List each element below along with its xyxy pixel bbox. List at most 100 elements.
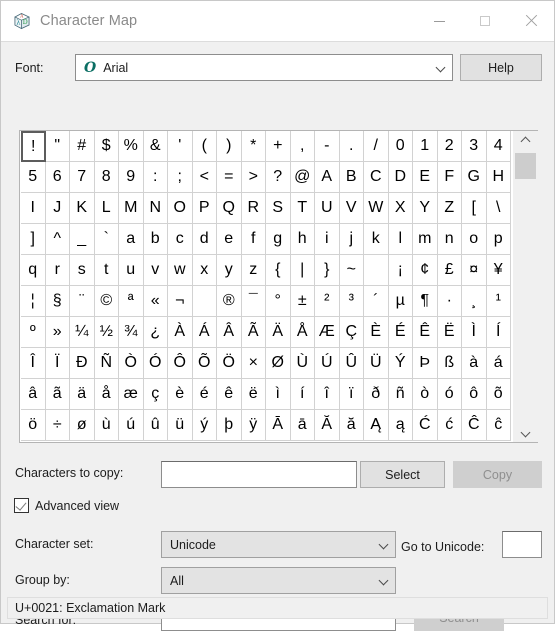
character-cell[interactable]: Á <box>192 317 217 348</box>
character-cell[interactable]: ô <box>462 379 487 410</box>
character-cell[interactable]: { <box>266 255 291 286</box>
character-cell[interactable]: R <box>241 193 266 224</box>
maximize-button[interactable] <box>462 1 508 41</box>
character-cell[interactable]: [ <box>462 193 487 224</box>
character-cell[interactable]: à <box>462 348 487 379</box>
character-cell[interactable]: Ô <box>168 348 193 379</box>
character-cell[interactable]: æ <box>119 379 144 410</box>
character-cell[interactable]: J <box>45 193 70 224</box>
character-cell[interactable]: Y <box>413 193 438 224</box>
character-cell[interactable]: Ë <box>437 317 462 348</box>
character-cell[interactable]: é <box>192 379 217 410</box>
character-cell[interactable]: ç <box>143 379 168 410</box>
character-cell[interactable]: Î <box>21 348 46 379</box>
character-cell[interactable]: c <box>168 224 193 255</box>
character-cell[interactable]: 5 <box>21 162 46 193</box>
character-cell[interactable]: « <box>143 286 168 317</box>
character-cell[interactable]: è <box>168 379 193 410</box>
character-cell[interactable]: ą <box>388 410 413 441</box>
character-cell[interactable]: Õ <box>192 348 217 379</box>
character-cell[interactable]: ª <box>119 286 144 317</box>
character-cell[interactable]: ) <box>217 131 242 162</box>
character-grid[interactable]: ! " # $% & '() * +, -./0 1 2 3 4 5 6 7 8 9:; < = >? @ A B C D E F G H… <box>21 131 511 441</box>
character-cell[interactable]: j <box>339 224 364 255</box>
character-cell[interactable]: ĉ <box>486 410 511 441</box>
character-cell[interactable]: T <box>290 193 315 224</box>
character-cell[interactable]: ¦ <box>21 286 46 317</box>
character-cell[interactable]: z <box>241 255 266 286</box>
character-cell[interactable]: á <box>486 348 511 379</box>
character-cell[interactable]: ý <box>192 410 217 441</box>
character-cell[interactable]: ï <box>339 379 364 410</box>
character-cell[interactable]: B <box>339 162 364 193</box>
character-cell[interactable]: 0 <box>388 131 413 162</box>
character-cell[interactable]: f <box>241 224 266 255</box>
character-cell[interactable]: Ñ <box>94 348 119 379</box>
scroll-up-button[interactable] <box>513 131 538 148</box>
character-cell[interactable]: ć <box>437 410 462 441</box>
advanced-view-checkbox[interactable]: Advanced view <box>14 498 119 513</box>
character-cell[interactable]: ­ <box>192 286 217 317</box>
character-cell[interactable]: Ć <box>413 410 438 441</box>
character-cell[interactable]: M <box>119 193 144 224</box>
character-cell[interactable]: § <box>45 286 70 317</box>
character-cell[interactable]: ¿ <box>143 317 168 348</box>
character-cell[interactable]: ^ <box>45 224 70 255</box>
character-cell[interactable]: ¢ <box>413 255 438 286</box>
character-cell[interactable]: ÷ <box>45 410 70 441</box>
character-cell[interactable]: Ò <box>119 348 144 379</box>
character-cell[interactable]: ¯ <box>241 286 266 317</box>
character-cell[interactable]: , <box>290 131 315 162</box>
character-cell[interactable]: ø <box>70 410 95 441</box>
character-cell[interactable]: â <box>21 379 46 410</box>
character-cell[interactable]: U <box>315 193 340 224</box>
character-cell[interactable]: ] <box>21 224 46 255</box>
character-cell[interactable]: l <box>388 224 413 255</box>
font-select[interactable]: O Arial <box>75 54 453 81</box>
character-cell[interactable]: Æ <box>315 317 340 348</box>
character-cell[interactable]: 6 <box>45 162 70 193</box>
character-cell[interactable]: Ä <box>266 317 291 348</box>
character-cell[interactable]: : <box>143 162 168 193</box>
character-cell[interactable]: £ <box>437 255 462 286</box>
character-cell[interactable]: V <box>339 193 364 224</box>
character-cell[interactable]: y <box>217 255 242 286</box>
character-cell[interactable]: Ö <box>217 348 242 379</box>
character-cell[interactable]: ¾ <box>119 317 144 348</box>
character-cell[interactable]: ½ <box>94 317 119 348</box>
character-cell[interactable]: ã <box>45 379 70 410</box>
character-cell[interactable]: þ <box>217 410 242 441</box>
character-cell[interactable]: Í <box>486 317 511 348</box>
character-cell[interactable]: × <box>241 348 266 379</box>
character-cell[interactable]: ` <box>94 224 119 255</box>
character-cell[interactable]: ² <box>315 286 340 317</box>
character-cell[interactable]: å <box>94 379 119 410</box>
character-cell[interactable]: Ã <box>241 317 266 348</box>
character-cell[interactable]: v <box>143 255 168 286</box>
character-cell[interactable]: W <box>364 193 389 224</box>
character-cell[interactable]: ¤ <box>462 255 487 286</box>
character-cell[interactable]: r <box>45 255 70 286</box>
character-cell[interactable]: ! <box>21 131 46 162</box>
character-cell[interactable]: p <box>486 224 511 255</box>
character-cell[interactable]: î <box>315 379 340 410</box>
character-cell[interactable]: s <box>70 255 95 286</box>
character-cell[interactable]: _ <box>70 224 95 255</box>
character-cell[interactable]: ÿ <box>241 410 266 441</box>
character-cell[interactable]: H <box>486 162 511 193</box>
character-cell[interactable]: 7 <box>70 162 95 193</box>
character-cell[interactable]: ¶ <box>413 286 438 317</box>
character-cell[interactable]: Å <box>290 317 315 348</box>
select-button[interactable]: Select <box>360 461 445 488</box>
character-cell[interactable]: Ü <box>364 348 389 379</box>
character-cell[interactable]: | <box>290 255 315 286</box>
grid-scrollbar[interactable] <box>512 131 538 442</box>
character-cell[interactable]: } <box>315 255 340 286</box>
character-cell[interactable]: L <box>94 193 119 224</box>
character-cell[interactable]: g <box>266 224 291 255</box>
character-cell[interactable]: 8 <box>94 162 119 193</box>
character-cell[interactable]: ü <box>168 410 193 441</box>
character-cell[interactable]: # <box>70 131 95 162</box>
character-cell[interactable]: ¥ <box>486 255 511 286</box>
character-cell[interactable]: ¬ <box>168 286 193 317</box>
